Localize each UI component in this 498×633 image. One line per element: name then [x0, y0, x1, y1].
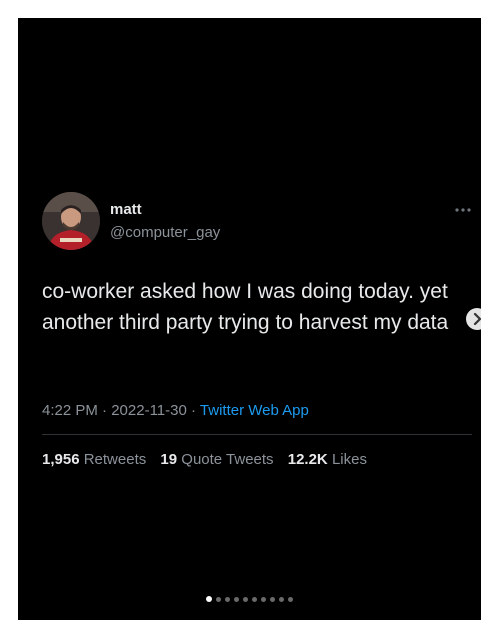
- tweet-source-link[interactable]: Twitter Web App: [200, 402, 309, 419]
- likes-stat[interactable]: 12.2K Likes: [288, 451, 367, 468]
- quote-tweets-count: 19: [160, 451, 178, 468]
- carousel-dot[interactable]: [225, 597, 230, 602]
- carousel-dot[interactable]: [216, 597, 221, 602]
- more-options-icon[interactable]: [454, 202, 472, 216]
- chevron-right-icon: [473, 312, 481, 326]
- tweet-time: 4:22 PM: [42, 402, 98, 419]
- divider: [42, 434, 472, 435]
- carousel-dot[interactable]: [288, 597, 293, 602]
- next-slide-button[interactable]: [466, 308, 481, 330]
- carousel-dot[interactable]: [261, 597, 266, 602]
- carousel-dot[interactable]: [234, 597, 239, 602]
- carousel-dot[interactable]: [279, 597, 284, 602]
- user-handle[interactable]: @computer_gay: [110, 224, 220, 241]
- retweets-count: 1,956: [42, 451, 80, 468]
- meta-separator: ·: [186, 402, 200, 419]
- retweets-stat[interactable]: 1,956 Retweets: [42, 451, 146, 468]
- likes-count: 12.2K: [287, 451, 328, 468]
- carousel-dot[interactable]: [206, 596, 212, 602]
- quote-tweets-stat[interactable]: 19 Quote Tweets: [160, 451, 273, 468]
- display-name[interactable]: matt: [110, 201, 142, 218]
- retweets-label: Retweets: [83, 451, 147, 468]
- tweet-date: 2022-11-30: [111, 402, 187, 419]
- avatar[interactable]: [42, 192, 100, 250]
- carousel-dot[interactable]: [243, 597, 248, 602]
- quote-tweets-label: Quote Tweets: [181, 451, 274, 468]
- carousel-dot[interactable]: [252, 597, 257, 602]
- carousel-pagination: [18, 596, 481, 602]
- likes-label: Likes: [331, 451, 367, 468]
- post-image: matt @computer_gay co-worker asked how I…: [18, 18, 481, 620]
- tweet-meta: 4:22 PM · 2022-11-30 · Twitter Web App: [42, 402, 309, 419]
- more-horizontal-icon: [455, 208, 471, 212]
- avatar-photo-icon: [42, 192, 100, 250]
- tweet-stats: 1,956 Retweets 19 Quote Tweets 12.2K Lik…: [42, 451, 377, 468]
- tweet-text: co-worker asked how I was doing today. y…: [42, 280, 449, 334]
- meta-separator: ·: [97, 402, 112, 419]
- carousel-dot[interactable]: [270, 597, 275, 602]
